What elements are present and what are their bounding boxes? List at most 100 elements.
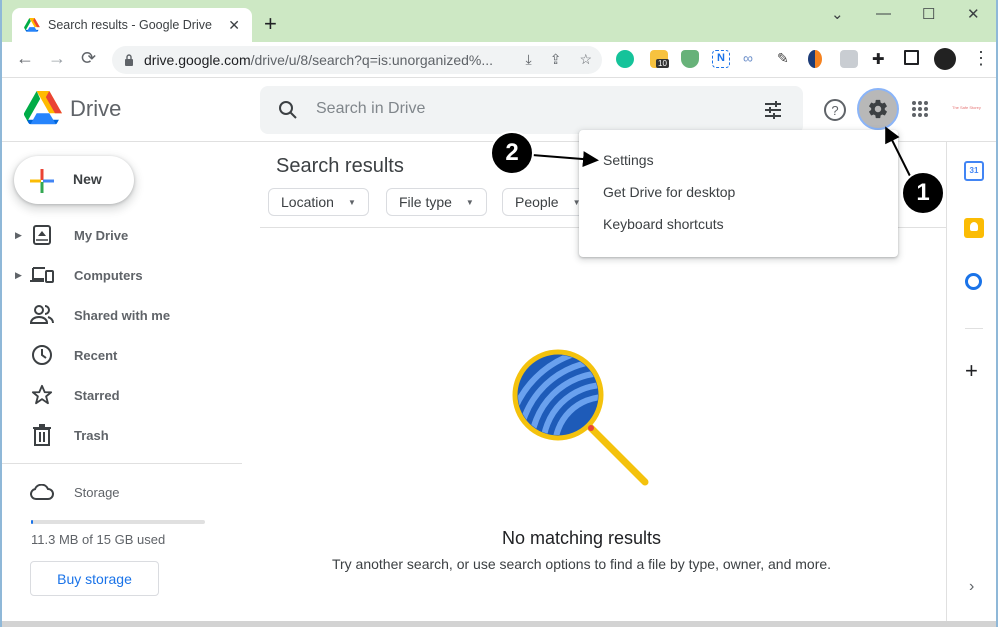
close-window-button[interactable]: ✕	[967, 5, 980, 23]
search-input[interactable]: Search in Drive	[316, 100, 425, 118]
expand-panel-chevron-icon[interactable]: ›	[969, 578, 974, 596]
address-toolbar: ← → ⟳ drive.google.com/drive/u/8/search?…	[2, 42, 996, 78]
filter-chip-location[interactable]: Location ▼	[268, 188, 369, 216]
plus-icon	[30, 169, 54, 193]
side-panel: 31 + ›	[946, 142, 998, 627]
search-options-icon[interactable]	[763, 100, 783, 120]
annotation-badge-2: 2	[490, 131, 534, 175]
sidebar-item-computers[interactable]: ▶ Computers	[2, 259, 242, 291]
sidebar-item-label: My Drive	[74, 227, 129, 243]
sidebar-item-label: Starred	[74, 387, 120, 403]
adguard-icon[interactable]	[681, 50, 699, 68]
shared-icon	[30, 303, 54, 327]
bookmark-star-icon[interactable]: ☆	[579, 51, 592, 68]
sidebar-item-label: Recent	[74, 347, 118, 363]
menu-item-get-drive-desktop[interactable]: Get Drive for desktop	[579, 176, 898, 208]
computers-icon	[30, 263, 54, 287]
expand-caret-icon[interactable]: ▶	[15, 230, 22, 241]
url-text: drive.google.com/drive/u/8/search?q=is:u…	[144, 52, 493, 68]
link-icon[interactable]: ∞	[743, 50, 761, 68]
address-bar[interactable]: drive.google.com/drive/u/8/search?q=is:u…	[112, 46, 602, 74]
account-brand-logo[interactable]: The Safe Storey	[952, 105, 981, 110]
menu-icon[interactable]: ⋮	[972, 48, 990, 69]
filter-chip-label: File type	[399, 194, 452, 210]
new-tab-button[interactable]: +	[264, 11, 277, 37]
sidebar-item-starred[interactable]: Starred	[2, 379, 242, 411]
sidebar-divider	[2, 463, 242, 464]
tasks-icon[interactable]	[965, 273, 982, 290]
url-host: drive.google.com	[144, 52, 251, 68]
settings-gear-button[interactable]	[857, 88, 899, 130]
tab-search-icon[interactable]: ⌄	[831, 5, 844, 23]
share-icon[interactable]: ⇪	[550, 51, 562, 68]
calendar-icon[interactable]: 31	[964, 161, 984, 181]
storage-progress-bar	[31, 520, 205, 524]
settings-gear-icon	[869, 99, 887, 119]
grammarly-icon[interactable]	[616, 50, 634, 68]
search-bar[interactable]: Search in Drive	[260, 86, 803, 134]
notion-icon[interactable]: N	[712, 50, 730, 68]
new-button-label: New	[73, 171, 102, 187]
profile-avatar[interactable]	[934, 48, 956, 70]
sidebar-item-shared-with-me[interactable]: Shared with me	[2, 299, 242, 331]
reload-icon[interactable]: ⟳	[81, 48, 96, 69]
install-icon[interactable]: ⤓	[526, 51, 532, 68]
tab-bar: Search results - Google Drive ✕ + ⌄ — ☐ …	[2, 0, 996, 42]
settings-dropdown-menu: Settings Get Drive for desktop Keyboard …	[579, 130, 898, 257]
url-path: /drive/u/8/search?q=is:unorganized%...	[250, 52, 494, 68]
lock-icon	[125, 54, 133, 66]
menu-item-settings[interactable]: Settings	[579, 144, 898, 176]
sidebar-item-recent[interactable]: Recent	[2, 339, 242, 371]
browser-tab[interactable]: Search results - Google Drive ✕	[12, 8, 252, 42]
sidebar-item-label: Storage	[74, 484, 120, 500]
sidepanel-icon[interactable]	[904, 50, 919, 65]
keep-icon[interactable]	[964, 218, 984, 238]
sidebar: New ▶ My Drive ▶ Computers Shared with m…	[2, 142, 247, 627]
sync-icon[interactable]	[808, 50, 822, 68]
search-icon[interactable]	[278, 100, 298, 120]
trash-icon	[30, 423, 54, 447]
eyedropper-icon[interactable]: ✎	[777, 50, 795, 68]
svg-text:?: ?	[831, 103, 838, 118]
empty-state-subtitle: Try another search, or use search option…	[331, 556, 832, 572]
drive-logo-text[interactable]: Drive	[70, 96, 121, 122]
horizontal-scrollbar[interactable]	[2, 621, 996, 627]
sidebar-item-trash[interactable]: Trash	[2, 419, 242, 451]
caret-down-icon: ▼	[347, 197, 356, 207]
add-addon-button[interactable]: +	[965, 358, 978, 384]
storage-progress-fill	[31, 520, 33, 524]
filter-chip-label: People	[515, 194, 559, 210]
apps-grid-icon[interactable]	[911, 100, 929, 118]
forward-icon[interactable]: →	[48, 48, 66, 69]
empty-state-title: No matching results	[501, 528, 662, 548]
magnifier-illustration-icon	[512, 349, 649, 486]
sidebar-item-label: Trash	[74, 427, 109, 443]
extension-badge: 10	[656, 59, 669, 68]
caret-down-icon: ▼	[465, 197, 474, 207]
tab-title: Search results - Google Drive	[48, 18, 212, 32]
buy-storage-button[interactable]: Buy storage	[30, 561, 159, 596]
sidebar-item-storage[interactable]: Storage	[2, 476, 242, 508]
maximize-button[interactable]: ☐	[922, 5, 935, 23]
expand-caret-icon[interactable]: ▶	[15, 270, 22, 281]
filter-chip-label: Location	[281, 194, 334, 210]
tab-close-icon[interactable]: ✕	[228, 17, 240, 34]
star-icon	[30, 383, 54, 407]
annotation-badge-1: 1	[901, 171, 945, 215]
sidebar-item-my-drive[interactable]: ▶ My Drive	[2, 219, 242, 251]
extension-10-icon[interactable]: 10	[650, 50, 669, 68]
drive-logo-icon	[24, 91, 62, 125]
help-icon[interactable]: ?	[823, 98, 847, 122]
back-icon[interactable]: ←	[16, 48, 34, 69]
storage-used-text: 11.3 MB of 15 GB used	[31, 532, 166, 547]
side-panel-divider	[965, 328, 983, 329]
filter-chip-file-type[interactable]: File type ▼	[386, 188, 487, 216]
minimize-button[interactable]: —	[876, 5, 891, 22]
extension-gray-icon[interactable]	[840, 50, 858, 68]
my-drive-icon	[30, 223, 54, 247]
cloud-icon	[30, 480, 54, 504]
sidebar-item-label: Computers	[74, 267, 143, 283]
new-button[interactable]: New	[14, 156, 134, 204]
menu-item-keyboard-shortcuts[interactable]: Keyboard shortcuts	[579, 208, 898, 240]
puzzle-icon[interactable]: ✚	[872, 50, 890, 68]
